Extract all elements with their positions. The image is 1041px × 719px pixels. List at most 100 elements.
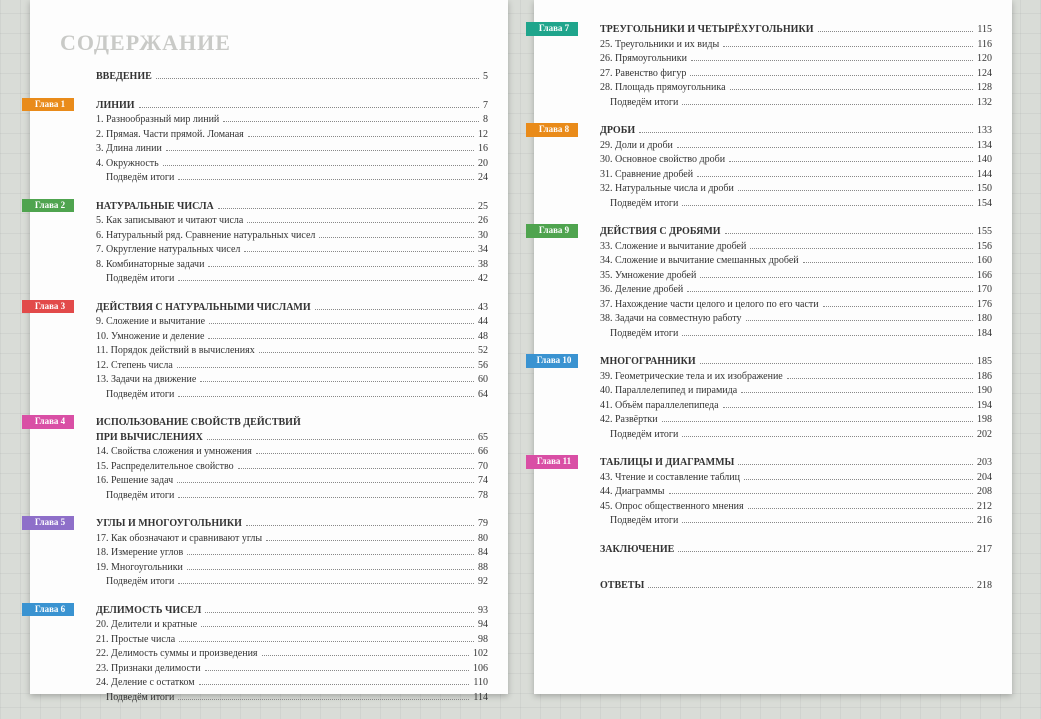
toc-dots — [199, 684, 470, 685]
toc-label: 13. Задачи на движение — [96, 373, 196, 388]
toc-page: 176 — [977, 298, 992, 313]
toc-row-item: 28. Площадь прямоугольника128 — [534, 81, 992, 96]
toc-row-head: ОТВЕТЫ218 — [534, 579, 992, 594]
toc-page: 120 — [977, 52, 992, 67]
toc-content-right: Глава 7ТРЕУГОЛЬНИКИ И ЧЕТЫРЁХУГОЛЬНИКИ11… — [534, 23, 992, 608]
toc-row-head: ДЕЙСТВИЯ С ДРОБЯМИ155 — [534, 225, 992, 240]
toc-page: 30 — [478, 229, 488, 244]
toc-section: ОТВЕТЫ218 — [534, 579, 992, 594]
toc-row-item: 27. Равенство фигур124 — [534, 67, 992, 82]
toc-page: 84 — [478, 546, 488, 561]
toc-dots — [700, 277, 973, 278]
toc-label: 2. Прямая. Части прямой. Ломаная — [96, 128, 244, 143]
toc-row-item: 41. Объём параллелепипеда 194 — [534, 399, 992, 414]
toc-dots — [723, 407, 973, 408]
toc-page: 160 — [977, 254, 992, 269]
toc-label: ДРОБИ — [600, 124, 635, 139]
toc-label: Подведём итоги — [600, 428, 678, 443]
toc-row-item: Подведём итоги 92 — [30, 575, 488, 590]
toc-page: 92 — [478, 575, 488, 590]
toc-row-item: 43. Чтение и составление таблиц204 — [534, 471, 992, 486]
toc-row-head: ВВЕДЕНИЕ5 — [30, 70, 488, 85]
toc-chapter: Глава 9ДЕЙСТВИЯ С ДРОБЯМИ15533. Сложение… — [534, 225, 992, 341]
toc-row-item: 33. Сложение и вычитание дробей156 — [534, 240, 992, 255]
toc-page: 216 — [977, 514, 992, 529]
toc-row-item: 20. Делители и кратные94 — [30, 618, 488, 633]
chapter-tab: Глава 8 — [526, 123, 578, 137]
toc-dots — [690, 75, 973, 76]
toc-chapter: Глава 11ТАБЛИЦЫ И ДИАГРАММЫ20343. Чтение… — [534, 456, 992, 529]
toc-row-item: Подведём итоги78 — [30, 489, 488, 504]
spacer — [534, 571, 992, 579]
toc-row-item: 8. Комбинаторные задачи38 — [30, 258, 488, 273]
toc-label: 36. Деление дробей — [600, 283, 683, 298]
toc-label: 30. Основное свойство дроби — [600, 153, 725, 168]
toc-label: 41. Объём параллелепипеда — [600, 399, 719, 414]
toc-page: 43 — [478, 301, 488, 316]
toc-label: 23. Признаки делимости — [96, 662, 201, 677]
toc-page: 180 — [977, 312, 992, 327]
toc-dots — [682, 335, 973, 336]
toc-label: 1. Разнообразный мир линий — [96, 113, 219, 128]
toc-page: 48 — [478, 330, 488, 345]
toc-label: ПРИ ВЫЧИСЛЕНИЯХ — [96, 431, 203, 446]
toc-chapter: Глава 1ЛИНИИ71. Разнообразный мир линий8… — [30, 99, 488, 186]
toc-chapter: Глава 4ИСПОЛЬЗОВАНИЕ СВОЙСТВ ДЕЙСТВИЙПРИ… — [30, 416, 488, 503]
toc-label: 25. Треугольники и их виды — [600, 38, 719, 53]
toc-page: 102 — [473, 647, 488, 662]
toc-dots — [738, 190, 973, 191]
toc-page: 154 — [977, 197, 992, 212]
toc-label: 32. Натуральные числа и дроби — [600, 182, 734, 197]
toc-label: 16. Решение задач — [96, 474, 173, 489]
toc-row-item: 22. Делимость суммы и произведения102 — [30, 647, 488, 662]
toc-page: 94 — [478, 618, 488, 633]
toc-label: ЗАКЛЮЧЕНИЕ — [600, 543, 674, 558]
toc-page: 194 — [977, 399, 992, 414]
toc-label: 38. Задачи на совместную работу — [600, 312, 742, 327]
toc-page: 170 — [977, 283, 992, 298]
toc-label: Подведём итоги — [96, 171, 174, 186]
toc-page: 34 — [478, 243, 488, 258]
toc-page: 26 — [478, 214, 488, 229]
toc-page: 80 — [478, 532, 488, 547]
toc-page: 56 — [478, 359, 488, 374]
toc-row-item: Подведём итоги64 — [30, 388, 488, 403]
toc-page: 166 — [977, 269, 992, 284]
toc-row-item: 7. Округление натуральных чисел34 — [30, 243, 488, 258]
toc-row-item: 25. Треугольники и их виды116 — [534, 38, 992, 53]
toc-page: 110 — [473, 676, 488, 691]
toc-page: 66 — [478, 445, 488, 460]
toc-dots — [682, 104, 973, 105]
toc-row-item: 9. Сложение и вычитание44 — [30, 315, 488, 330]
toc-page: 106 — [473, 662, 488, 677]
toc-dots — [691, 60, 973, 61]
toc-label: ТРЕУГОЛЬНИКИ И ЧЕТЫРЁХУГОЛЬНИКИ — [600, 23, 814, 38]
toc-page: 132 — [977, 96, 992, 111]
toc-dots — [315, 309, 474, 310]
toc-dots — [262, 655, 469, 656]
toc-label: 18. Измерение углов — [96, 546, 183, 561]
toc-page: 114 — [473, 691, 488, 706]
toc-label: Подведём итоги — [600, 96, 678, 111]
toc-label: Подведём итоги — [96, 489, 174, 504]
toc-label: 15. Распределительное свойство — [96, 460, 234, 475]
toc-dots — [178, 396, 474, 397]
toc-row-item: Подведём итоги216 — [534, 514, 992, 529]
chapter-tab: Глава 1 — [22, 98, 74, 112]
toc-page: 144 — [977, 168, 992, 183]
toc-label: 11. Порядок действий в вычислениях — [96, 344, 255, 359]
toc-dots — [201, 626, 474, 627]
toc-page: 64 — [478, 388, 488, 403]
chapter-tab: Глава 5 — [22, 516, 74, 530]
toc-page: 24 — [478, 171, 488, 186]
toc-label: Подведём итоги — [96, 575, 174, 590]
toc-label: 21. Простые числа — [96, 633, 175, 648]
toc-label: 37. Нахождение части целого и целого по … — [600, 298, 819, 313]
toc-row-item: 39. Геометрические тела и их изображение… — [534, 370, 992, 385]
toc-dots — [178, 497, 474, 498]
toc-row-head: УГЛЫ И МНОГОУГОЛЬНИКИ79 — [30, 517, 488, 532]
toc-label: ЛИНИИ — [96, 99, 135, 114]
toc-dots — [246, 525, 474, 526]
chapter-tab: Глава 4 — [22, 415, 74, 429]
toc-row-head: ЗАКЛЮЧЕНИЕ217 — [534, 543, 992, 558]
